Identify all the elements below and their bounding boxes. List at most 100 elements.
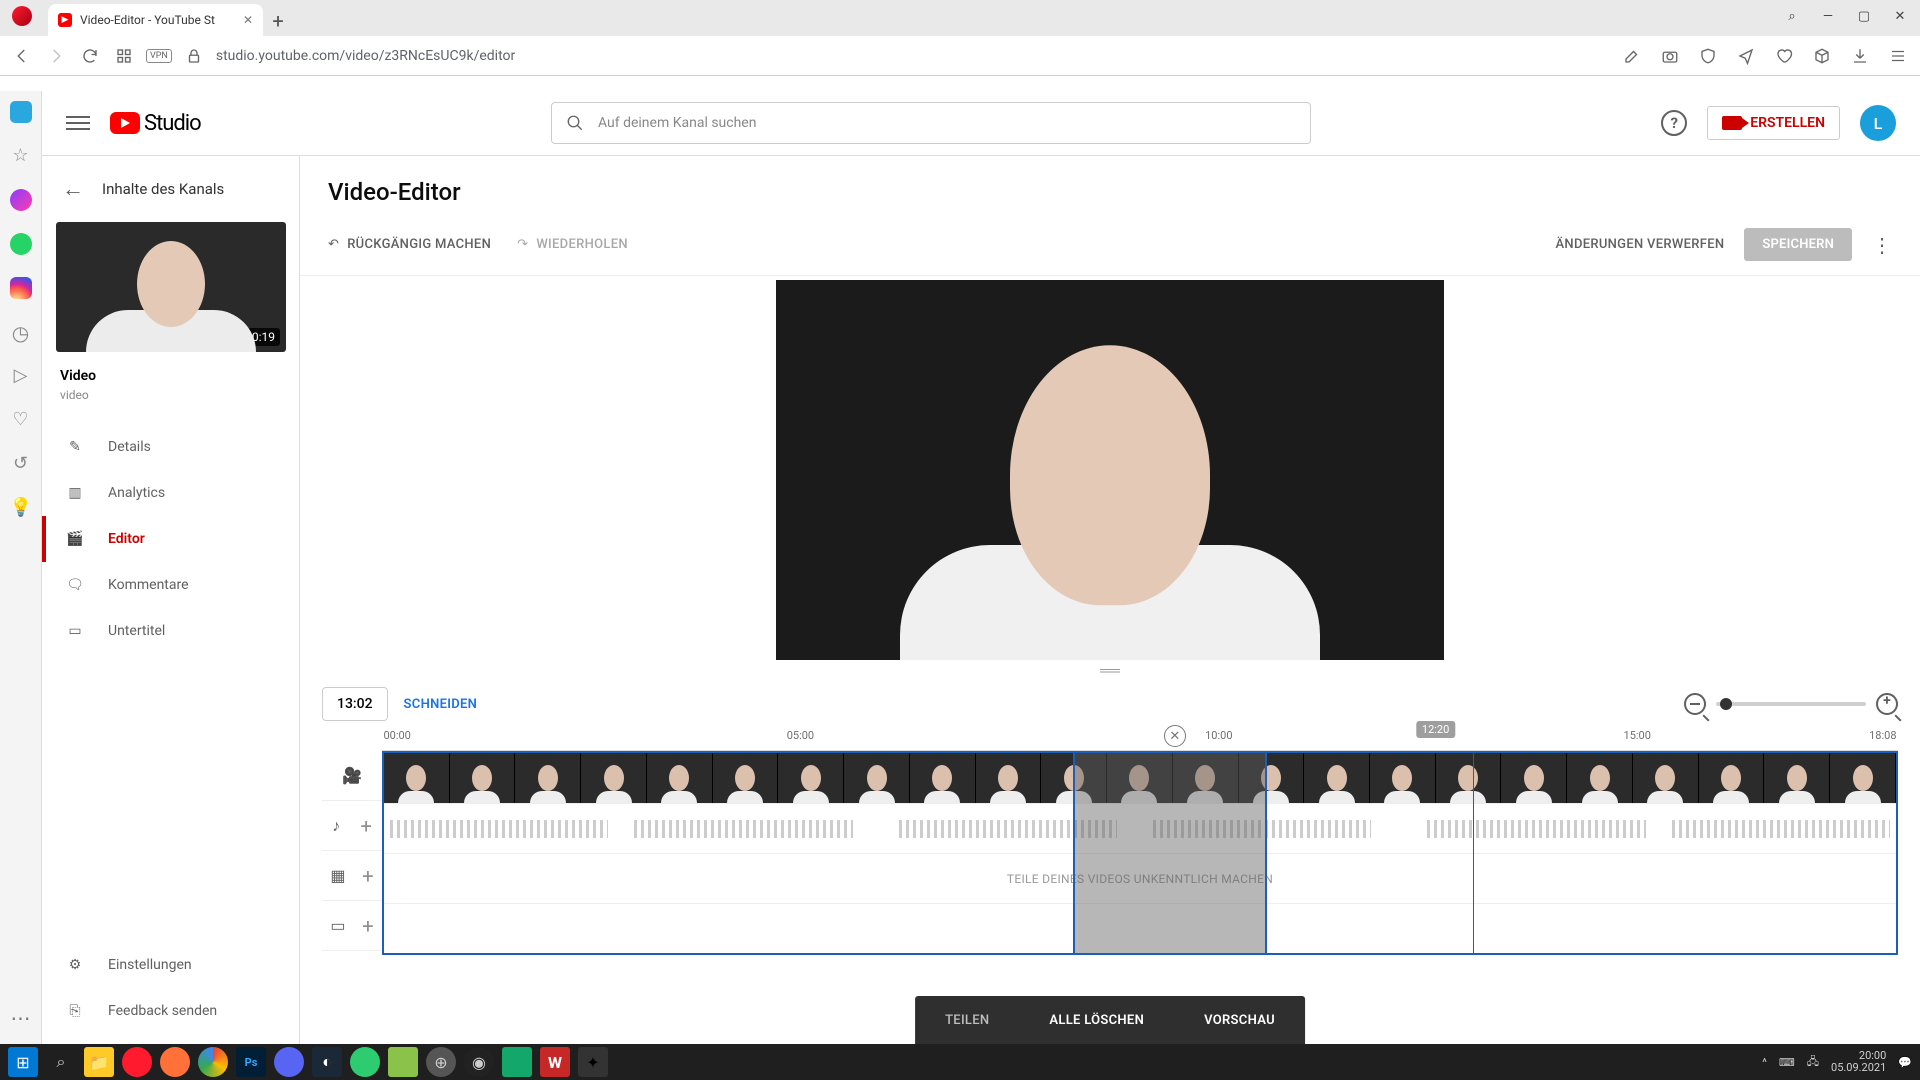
video-thumbnail[interactable]: 0:19 xyxy=(56,222,286,352)
timeline-frame[interactable] xyxy=(450,753,516,803)
window-close-icon[interactable]: ✕ xyxy=(1884,4,1916,28)
avatar[interactable]: L xyxy=(1860,105,1896,141)
timeline-frame[interactable] xyxy=(581,753,647,803)
sidebar-play-icon[interactable]: ▷ xyxy=(10,365,32,387)
timeline-frame[interactable] xyxy=(1567,753,1633,803)
add-endscreen-icon[interactable]: + xyxy=(362,914,373,938)
window-maximize-icon[interactable]: ▢ xyxy=(1848,4,1880,28)
taskbar-w-icon[interactable]: W xyxy=(540,1047,570,1077)
sidebar-app-icon[interactable] xyxy=(10,101,32,123)
redo-button[interactable]: ↷ WIEDERHOLEN xyxy=(517,237,628,252)
timeline-frame[interactable] xyxy=(1370,753,1436,803)
timeline-frame[interactable] xyxy=(1764,753,1830,803)
timeline-frame[interactable] xyxy=(1501,753,1567,803)
timeline-frame[interactable] xyxy=(1304,753,1370,803)
undo-button[interactable]: ↶ RÜCKGÄNGIG MACHEN xyxy=(328,237,491,252)
lock-icon[interactable] xyxy=(182,44,206,68)
sidebar-more-icon[interactable]: ⋯ xyxy=(11,1006,31,1030)
sidebar-item-kommentare[interactable]: 🗨 Kommentare xyxy=(42,562,299,608)
timeline-frame[interactable] xyxy=(515,753,581,803)
sidebar-clock-icon[interactable]: ◷ xyxy=(10,321,32,343)
tray-keyboard-icon[interactable]: ⌨ xyxy=(1779,1056,1795,1069)
sidebar-item-editor[interactable]: 🎬 Editor xyxy=(42,516,299,562)
timeline-frame[interactable] xyxy=(647,753,713,803)
window-search-icon[interactable]: ⌕ xyxy=(1776,4,1808,28)
taskbar-app1-icon[interactable] xyxy=(350,1047,380,1077)
tray-network-icon[interactable]: 🖧 xyxy=(1807,1053,1819,1072)
back-arrow-icon[interactable]: ← xyxy=(62,176,84,202)
addr-download-icon[interactable] xyxy=(1848,44,1872,68)
window-minimize-icon[interactable]: — xyxy=(1812,4,1844,28)
taskbar-search-icon[interactable]: ⌕ xyxy=(46,1047,76,1077)
browser-tab[interactable]: ▶ Video-Editor - YouTube St ✕ xyxy=(48,4,263,36)
timeline-frame[interactable] xyxy=(844,753,910,803)
video-preview[interactable] xyxy=(776,280,1444,660)
chrome-icon[interactable] xyxy=(198,1047,228,1077)
photoshop-icon[interactable]: Ps xyxy=(236,1047,266,1077)
vpn-badge[interactable]: VPN xyxy=(146,49,172,63)
sidebar-item-untertitel[interactable]: ▭ Untertitel xyxy=(42,608,299,654)
addr-shield-icon[interactable] xyxy=(1696,44,1720,68)
create-button[interactable]: ERSTELLEN xyxy=(1707,106,1840,140)
timeline-frame[interactable] xyxy=(713,753,779,803)
addr-cube-icon[interactable] xyxy=(1810,44,1834,68)
address-bar-url[interactable]: studio.youtube.com/video/z3RNcEsUC9k/edi… xyxy=(216,48,515,64)
timeline-ruler[interactable]: ✕ 12:20 00:0005:0010:0015:0018:08 xyxy=(382,723,1898,751)
taskbar-app3-icon[interactable]: ⊕ xyxy=(426,1047,456,1077)
sidebar-item-analytics[interactable]: ▥ Analytics xyxy=(42,470,299,516)
sidebar-item-feedback[interactable]: ⎘ Feedback senden xyxy=(42,988,299,1034)
addr-heart-icon[interactable] xyxy=(1772,44,1796,68)
timeline-frame[interactable] xyxy=(910,753,976,803)
new-tab-button[interactable]: + xyxy=(263,6,293,36)
taskbar-date[interactable]: 05.09.2021 xyxy=(1831,1062,1886,1074)
delete-all-button[interactable]: ALLE LÖSCHEN xyxy=(1019,1013,1174,1028)
timeline-frame[interactable] xyxy=(976,753,1042,803)
help-icon[interactable]: ? xyxy=(1661,110,1687,136)
firefox-icon[interactable] xyxy=(160,1047,190,1077)
taskbar-app4-icon[interactable]: ✦ xyxy=(578,1047,608,1077)
sidebar-heart-icon[interactable]: ♡ xyxy=(10,409,32,431)
sidebar-item-details[interactable]: ✎ Details xyxy=(42,424,299,470)
timeline-frame[interactable] xyxy=(384,753,450,803)
instagram-icon[interactable] xyxy=(10,277,32,299)
cut-button[interactable]: SCHNEIDEN xyxy=(404,697,478,712)
playhead[interactable] xyxy=(1473,753,1474,953)
remove-cut-icon[interactable]: ✕ xyxy=(1164,725,1186,747)
timeline-frame[interactable] xyxy=(778,753,844,803)
studio-logo[interactable]: Studio xyxy=(110,111,201,136)
sidebar-item-settings[interactable]: ⚙ Einstellungen xyxy=(42,942,299,988)
more-menu-icon[interactable]: ⋮ xyxy=(1872,233,1892,257)
back-label[interactable]: Inhalte des Kanals xyxy=(102,180,224,198)
messenger-icon[interactable] xyxy=(10,189,32,211)
sidebar-history-icon[interactable]: ↺ xyxy=(10,453,32,475)
speed-dial-icon[interactable] xyxy=(112,44,136,68)
cut-region[interactable] xyxy=(1073,753,1267,953)
streamlabs-icon[interactable] xyxy=(502,1047,532,1077)
addr-send-icon[interactable] xyxy=(1734,44,1758,68)
sidebar-bulb-icon[interactable]: 💡 xyxy=(10,497,32,519)
addr-menu-icon[interactable] xyxy=(1886,44,1910,68)
steam-icon[interactable]: ◐ xyxy=(312,1047,342,1077)
split-button[interactable]: TEILEN xyxy=(915,1013,1019,1028)
tray-chevron-icon[interactable]: ^ xyxy=(1762,1056,1767,1069)
zoom-out-icon[interactable] xyxy=(1684,693,1706,715)
tray-notifications-icon[interactable]: 💬 xyxy=(1898,1056,1912,1069)
panel-drag-handle[interactable]: ══ xyxy=(300,660,1920,681)
sidebar-star-icon[interactable]: ☆ xyxy=(10,145,32,167)
obs-icon[interactable]: ◉ xyxy=(464,1047,494,1077)
zoom-in-icon[interactable] xyxy=(1876,693,1898,715)
discard-button[interactable]: ÄNDERUNGEN VERWERFEN xyxy=(1556,237,1725,252)
zoom-slider[interactable] xyxy=(1716,702,1866,706)
hamburger-menu-icon[interactable] xyxy=(66,111,90,135)
nav-back-icon[interactable] xyxy=(10,44,34,68)
close-tab-icon[interactable]: ✕ xyxy=(243,13,253,27)
add-audio-icon[interactable]: + xyxy=(360,814,371,838)
channel-search-input[interactable]: Auf deinem Kanal suchen xyxy=(551,102,1311,144)
timeline-frame[interactable] xyxy=(1830,753,1896,803)
reload-icon[interactable] xyxy=(78,44,102,68)
addr-camera-icon[interactable] xyxy=(1658,44,1682,68)
whatsapp-icon[interactable] xyxy=(10,233,32,255)
discord-icon[interactable] xyxy=(274,1047,304,1077)
save-button[interactable]: SPEICHERN xyxy=(1744,228,1852,261)
opera-icon[interactable] xyxy=(122,1047,152,1077)
